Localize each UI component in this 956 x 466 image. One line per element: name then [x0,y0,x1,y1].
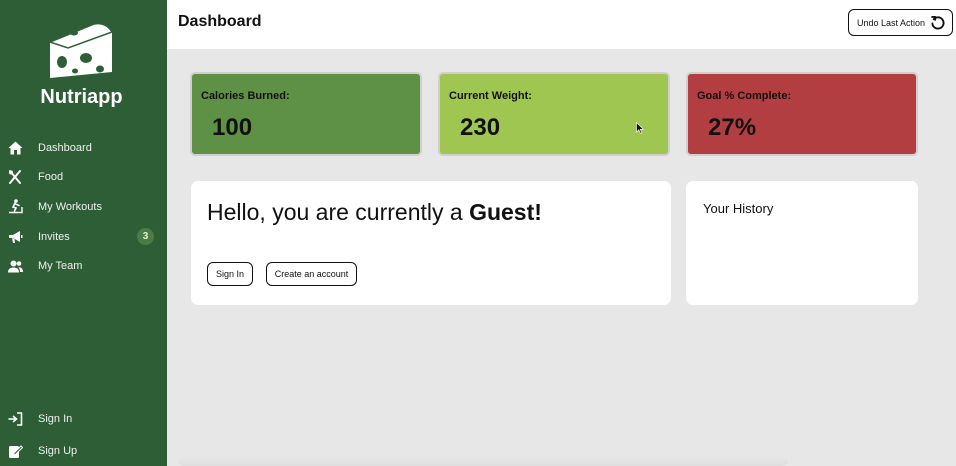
current-weight-card: Current Weight: 230 [438,72,670,156]
page-title: Dashboard [178,13,262,30]
goal-complete-card: Goal % Complete: 27% [686,72,918,156]
sidebar-item-label: My Team [38,260,83,273]
mouse-cursor-icon [636,122,644,134]
history-title: Your History [703,201,774,216]
bottom-shadow [178,456,788,466]
invites-count-badge: 3 [137,228,154,246]
sidebar-item-label: Sign In [38,413,73,425]
sidebar-item-food[interactable]: Food [0,163,167,193]
stat-label: Calories Burned: [201,90,290,102]
sidebar-nav: Dashboard Food My Workouts Invites 3 My … [0,133,167,281]
stat-value: 100 [212,114,253,141]
sign-in-icon [7,411,23,427]
undo-icon [931,15,945,30]
undo-button-label: Undo Last Action [857,17,926,28]
user-role: Guest! [469,199,542,225]
history-card: Your History [686,181,918,305]
app-name: Nutriapp [40,86,123,108]
users-icon [7,258,23,274]
sign-up-icon [7,443,23,459]
sidebar: Nutriapp Dashboard Food My Workouts Invi… [0,0,167,466]
sidebar-item-sign-up[interactable]: Sign Up [0,435,167,466]
greeting-card: Hello, you are currently a Guest! Sign I… [191,181,671,305]
sidebar-item-label: Sign Up [38,445,78,457]
sign-in-button[interactable]: Sign In [207,262,253,286]
sidebar-item-label: Dashboard [38,141,92,154]
sidebar-item-invites[interactable]: Invites 3 [0,222,167,252]
sidebar-item-my-team[interactable]: My Team [0,251,167,281]
stat-value: 230 [460,114,501,141]
sidebar-item-sign-in[interactable]: Sign In [0,403,167,435]
treadmill-icon [7,199,23,215]
sidebar-item-label: My Workouts [38,200,102,213]
undo-last-action-button[interactable]: Undo Last Action [848,9,953,36]
stat-label: Current Weight: [449,90,532,102]
greeting-text: Hello, you are currently a Guest! [207,199,542,226]
home-icon [7,140,23,156]
cheese-logo-icon [47,22,114,78]
sidebar-item-dashboard[interactable]: Dashboard [0,133,167,163]
calories-burned-card: Calories Burned: 100 [190,72,422,156]
sidebar-item-label: Invites [38,230,70,243]
utensils-icon [7,169,23,185]
sidebar-item-label: Food [38,171,64,184]
header: Dashboard Undo Last Action [167,0,956,49]
create-account-button[interactable]: Create an account [266,262,357,286]
sidebar-auth-nav: Sign In Sign Up [0,403,167,466]
megaphone-icon [7,229,23,245]
sidebar-item-my-workouts[interactable]: My Workouts [0,192,167,222]
stat-value: 27% [708,114,757,141]
greeting-prefix: Hello, you are currently a [207,199,470,225]
stat-label: Goal % Complete: [697,90,792,102]
